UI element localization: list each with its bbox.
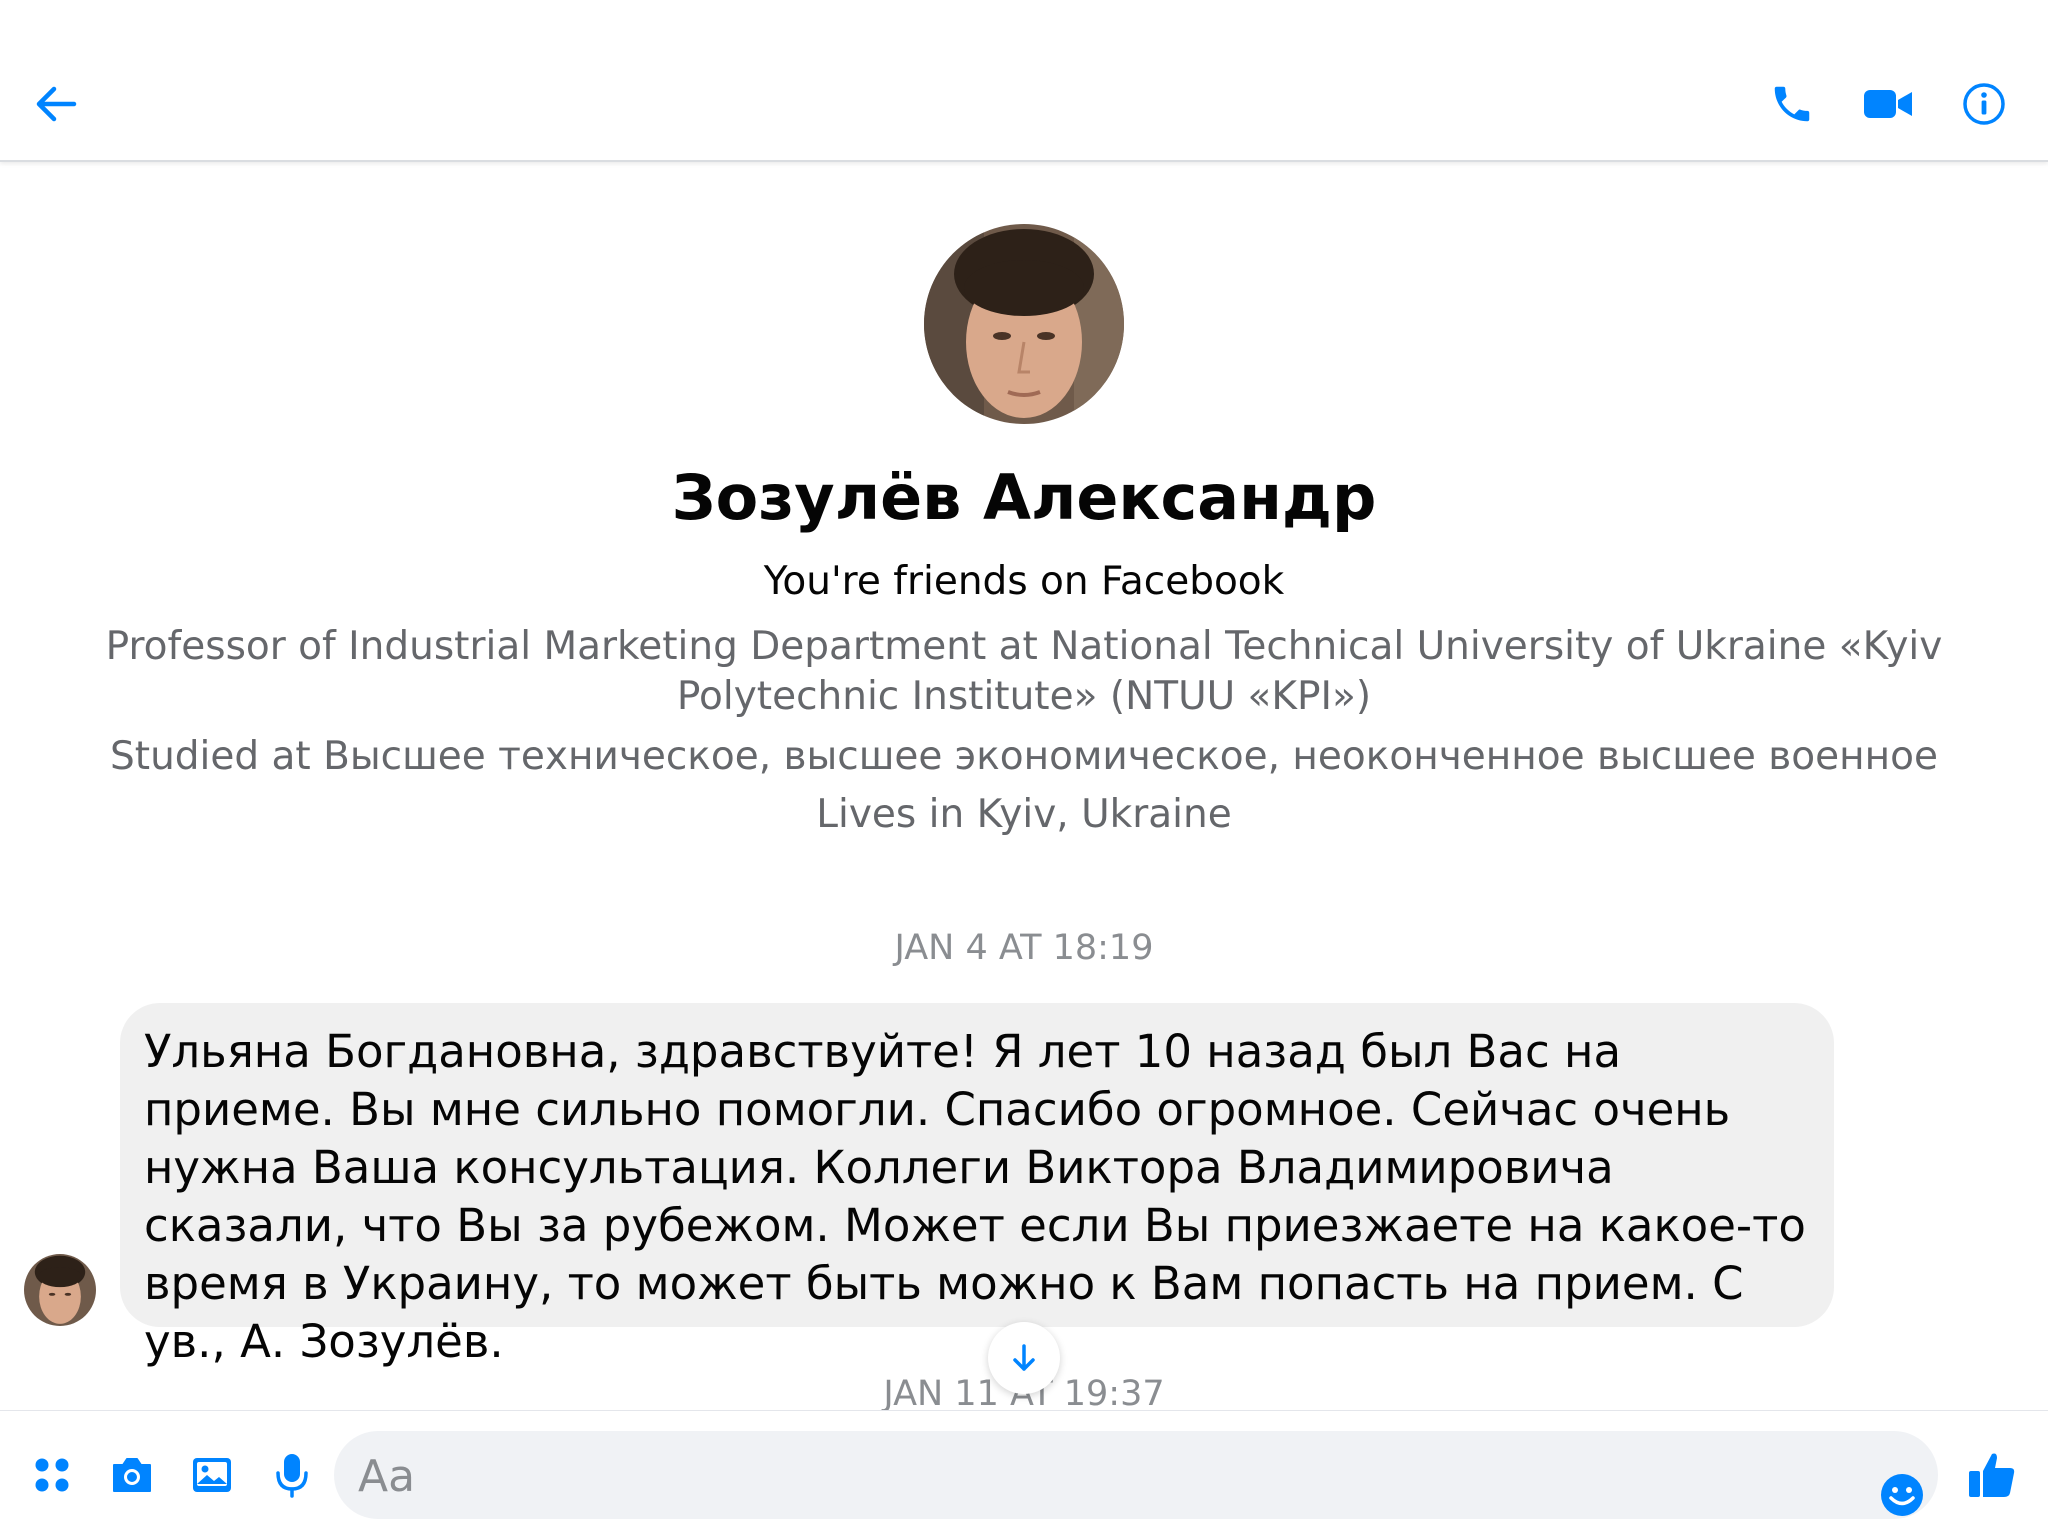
profile-photo xyxy=(924,224,1124,424)
apps-grid-icon xyxy=(35,1458,69,1492)
arrow-down-icon xyxy=(1013,1344,1035,1371)
arrow-left-icon xyxy=(36,86,77,122)
back-button[interactable] xyxy=(24,72,88,136)
video-call-button[interactable] xyxy=(1856,72,1920,136)
profile-name: Зозулёв Александр xyxy=(671,461,1377,534)
info-icon xyxy=(1963,83,2005,125)
more-actions-button[interactable] xyxy=(24,1447,80,1503)
profile-location: Lives in Kyiv, Ukraine xyxy=(816,792,1232,837)
message-input[interactable] xyxy=(356,1431,1810,1521)
smiley-icon xyxy=(1881,1474,1923,1516)
emoji-button[interactable] xyxy=(1874,1467,1930,1523)
sender-avatar[interactable] xyxy=(24,1254,96,1326)
microphone-icon xyxy=(276,1454,308,1498)
image-icon xyxy=(193,1458,231,1492)
conversation-header xyxy=(0,0,2048,162)
voice-message-button[interactable] xyxy=(264,1447,320,1503)
camera-icon xyxy=(113,1458,151,1492)
sender-photo xyxy=(24,1254,96,1326)
profile-education: Studied at Высшее техническое, высшее эк… xyxy=(110,734,1938,779)
camera-button[interactable] xyxy=(104,1447,160,1503)
video-camera-icon xyxy=(1864,90,1912,118)
gallery-button[interactable] xyxy=(184,1447,240,1503)
like-button[interactable] xyxy=(1964,1447,2020,1503)
profile-avatar[interactable] xyxy=(924,224,1124,424)
message-composer xyxy=(0,1410,2048,1537)
scroll-to-bottom-button[interactable] xyxy=(988,1322,1060,1394)
phone-icon xyxy=(1774,86,1810,122)
profile-work: Professor of Industrial Marketing Depart… xyxy=(105,624,1943,719)
conversation-info-button[interactable] xyxy=(1952,72,2016,136)
message-timestamp: JAN 4 AT 18:19 xyxy=(894,928,1154,968)
message-input-container xyxy=(334,1431,1938,1521)
friends-status: You're friends on Facebook xyxy=(763,559,1285,604)
thumbs-up-icon xyxy=(1969,1453,2015,1497)
audio-call-button[interactable] xyxy=(1760,72,1824,136)
incoming-message-bubble[interactable]: Ульяна Богдановна, здравствуйте! Я лет 1… xyxy=(120,1003,1834,1368)
